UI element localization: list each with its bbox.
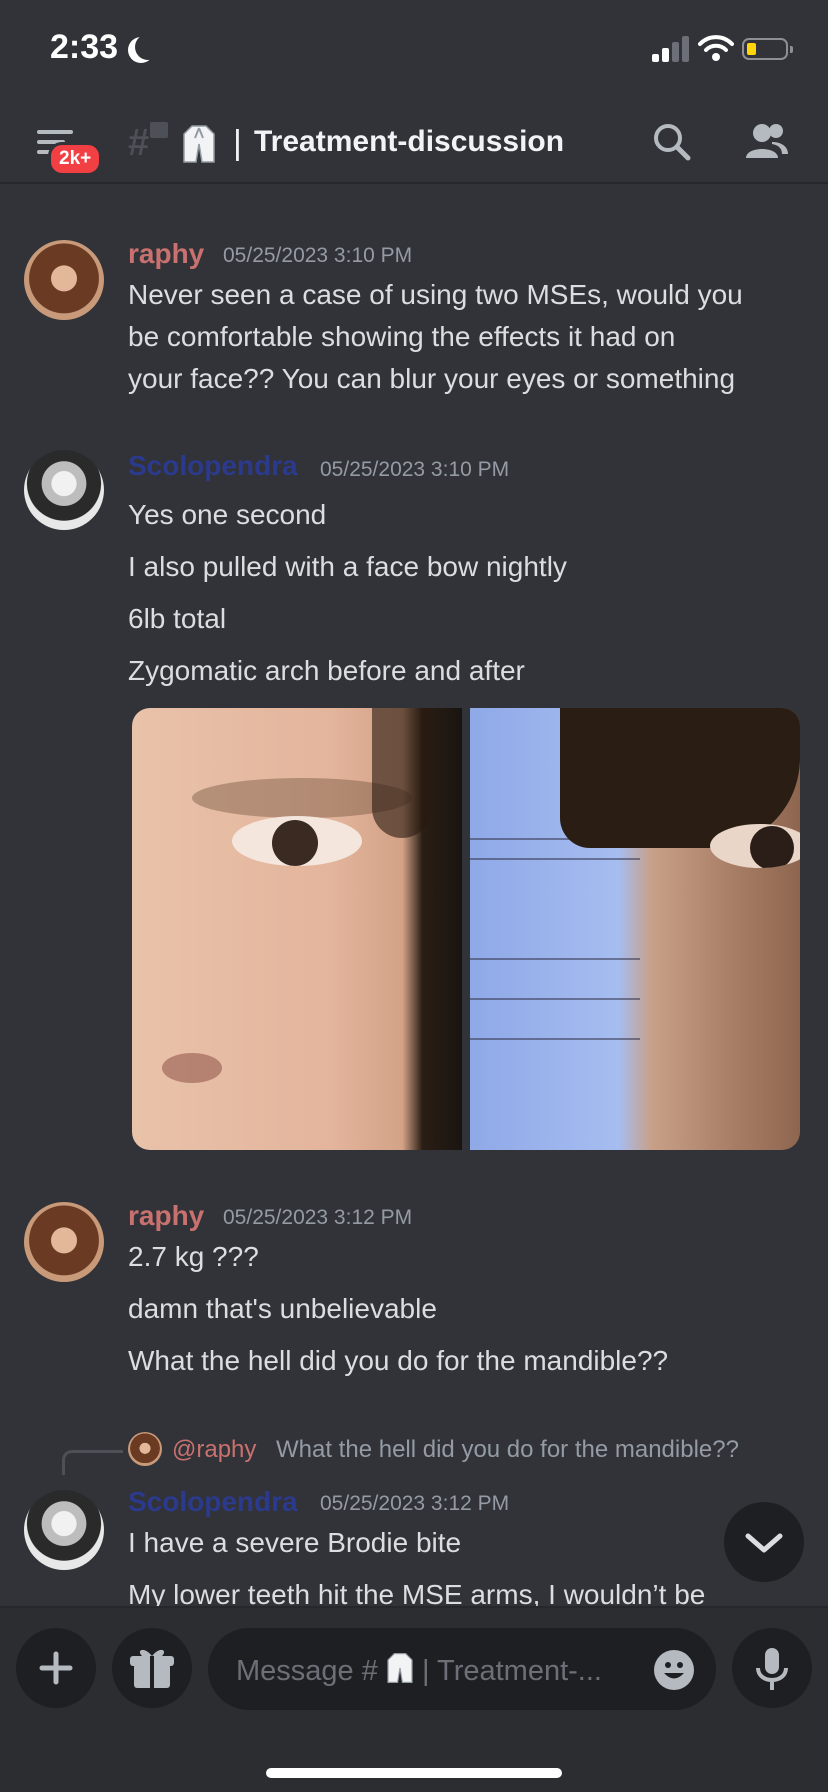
hash-icon: # [128, 122, 150, 164]
gift-icon [130, 1649, 174, 1688]
lock-icon [150, 122, 168, 138]
wifi-icon [698, 35, 734, 61]
plus-icon [39, 1651, 73, 1685]
message-list[interactable]: raphy 05/25/2023 3:10 PM Never seen a ca… [0, 186, 828, 1606]
author-name[interactable]: raphy [128, 1200, 204, 1232]
message-text: I also pulled with a face bow nightly [128, 551, 567, 582]
menu-button[interactable]: 2k+ [30, 122, 103, 176]
attachment-image-after[interactable] [470, 708, 800, 1150]
battery-icon [742, 38, 793, 60]
message-text: your face?? You can blur your eyes or so… [128, 363, 736, 394]
emoji-icon[interactable] [654, 1650, 694, 1690]
lab-coat-icon [183, 125, 215, 163]
message-text: 2.7 kg ??? [128, 1241, 259, 1272]
signal-icon [652, 36, 690, 62]
avatar[interactable] [24, 1202, 104, 1282]
timestamp: 05/25/2023 3:10 PM [223, 244, 413, 267]
channel-header: 2k+ # | Treatment-discussion [0, 100, 828, 184]
reply-avatar [128, 1432, 162, 1466]
clock: 2:33 [50, 28, 119, 66]
home-indicator[interactable] [266, 1768, 562, 1778]
add-attachment-button[interactable] [16, 1628, 96, 1708]
message-text: Zygomatic arch before and after [128, 655, 525, 686]
reply-author[interactable]: @raphy [172, 1436, 256, 1464]
message-text: be comfortable showing the effects it ha… [128, 321, 676, 352]
avatar[interactable] [24, 450, 104, 530]
message-text: My lower teeth hit the MSE arms, I would… [128, 1579, 706, 1606]
gift-button[interactable] [112, 1628, 192, 1708]
message-text: 6lb total [128, 603, 227, 634]
attachment-image-before[interactable] [132, 708, 462, 1150]
message-text: I have a severe Brodie bite [128, 1527, 462, 1558]
message-composer: Message # | Treatment-... [0, 1606, 828, 1792]
message-placeholder: Message # | Treatment-... [236, 1652, 602, 1688]
microphone-icon [756, 1648, 788, 1690]
avatar[interactable] [24, 240, 104, 320]
moon-icon [135, 34, 161, 60]
notification-badge: 2k+ [48, 142, 103, 176]
chevron-down-icon [745, 1533, 783, 1553]
message-input[interactable]: Message # | Treatment-... [208, 1628, 716, 1710]
search-icon[interactable] [650, 120, 694, 164]
author-name[interactable]: Scolopendra [128, 450, 298, 482]
members-icon[interactable] [742, 120, 790, 164]
message-text: What the hell did you do for the mandibl… [128, 1345, 669, 1376]
author-name[interactable]: Scolopendra [128, 1486, 298, 1518]
status-bar: 2:33 [0, 0, 828, 100]
author-name[interactable]: raphy [128, 238, 204, 270]
timestamp: 05/25/2023 3:12 PM [223, 1206, 413, 1229]
voice-message-button[interactable] [732, 1628, 812, 1708]
jump-to-latest-button[interactable] [724, 1502, 804, 1582]
message-text: Never seen a case of using two MSEs, wou… [128, 279, 743, 310]
timestamp: 05/25/2023 3:12 PM [320, 1492, 510, 1515]
reply-text: What the hell did you do for the mandibl… [276, 1436, 739, 1463]
channel-title[interactable]: Treatment-discussion [254, 125, 564, 159]
avatar[interactable] [24, 1490, 104, 1570]
image-attachments [132, 708, 800, 1150]
channel-separator: | [233, 124, 242, 162]
hamburger-icon [37, 130, 73, 134]
message-text: Yes one second [128, 499, 327, 530]
timestamp: 05/25/2023 3:10 PM [320, 458, 510, 481]
message-text: damn that's unbelievable [128, 1293, 437, 1324]
lab-coat-icon [387, 1653, 413, 1683]
